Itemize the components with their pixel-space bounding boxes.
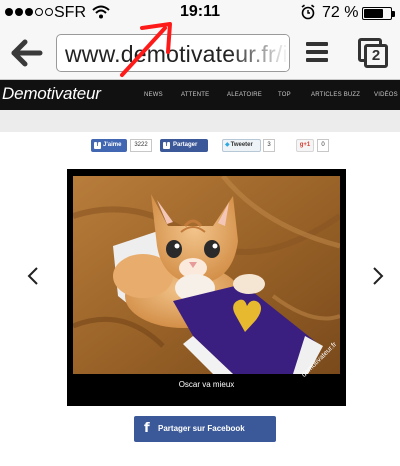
twitter-bird-icon: ◆ <box>225 142 230 148</box>
facebook-icon: f <box>163 142 170 149</box>
nav-attente[interactable]: ATTENTE <box>181 92 209 98</box>
battery-fill <box>364 9 383 18</box>
facebook-like-button[interactable]: f J'aime <box>91 139 127 152</box>
battery-icon <box>362 7 392 20</box>
previous-arrow-icon[interactable] <box>26 266 40 286</box>
nav-aleatoire[interactable]: ALEATOIRE <box>227 92 262 98</box>
next-arrow-icon[interactable] <box>371 266 385 286</box>
post-caption: Oscar va mieux <box>178 380 235 389</box>
facebook-icon: f <box>144 421 150 436</box>
tab-count: 2 <box>364 44 388 68</box>
menu-line <box>306 58 328 62</box>
battery-percentage: 72 % <box>322 4 359 21</box>
tweet-label: Tweeter <box>230 142 253 148</box>
menu-line <box>306 50 328 54</box>
facebook-icon: f <box>94 142 101 149</box>
address-bar[interactable]: www.demotivateur.fr/ima <box>56 34 290 72</box>
battery-cap <box>392 11 395 17</box>
page: SFR 19:11 72 % www.demotivateur.fr/ima <box>0 0 400 466</box>
tweet-button[interactable]: ◆Tweeter <box>222 139 261 152</box>
menu-icon[interactable] <box>306 42 328 62</box>
url-fade <box>229 35 289 71</box>
nav-articles-buzz[interactable]: ARTICLES BUZZ <box>311 92 360 98</box>
tweet-count: 3 <box>263 139 275 152</box>
google-plus-button[interactable]: g+1 <box>296 139 314 152</box>
google-plus-count: 0 <box>317 139 329 152</box>
site-navbar: Demotivateur NEWS ATTENTE ALEATOIRE TOP … <box>0 80 400 110</box>
post-photo[interactable] <box>73 176 340 374</box>
sub-navbar <box>0 110 400 132</box>
facebook-like-count: 3222 <box>130 139 152 152</box>
alarm-clock-icon <box>301 4 315 20</box>
tabs-button[interactable]: 2 <box>358 38 388 68</box>
nav-top[interactable]: TOP <box>278 92 291 98</box>
fb-share-label: Partager <box>173 142 198 148</box>
share-on-facebook-button[interactable]: f Partager sur Facebook <box>134 416 276 442</box>
post-card: demotivateur.fr Oscar va mieux <box>67 169 346 406</box>
facebook-share-button[interactable]: f Partager <box>160 139 208 152</box>
nav-videos[interactable]: VIDÉOS <box>374 92 398 98</box>
share-on-facebook-label: Partager sur Facebook <box>158 424 245 433</box>
nav-news[interactable]: NEWS <box>144 92 163 98</box>
status-bar: SFR 19:11 72 % <box>0 0 400 26</box>
fb-like-label: J'aime <box>103 142 122 148</box>
back-arrow-icon[interactable] <box>10 38 44 68</box>
site-nav-items: NEWS ATTENTE ALEATOIRE TOP ARTICLES BUZZ… <box>0 80 400 110</box>
menu-line <box>306 42 328 46</box>
browser-toolbar: www.demotivateur.fr/ima 2 <box>0 26 400 80</box>
